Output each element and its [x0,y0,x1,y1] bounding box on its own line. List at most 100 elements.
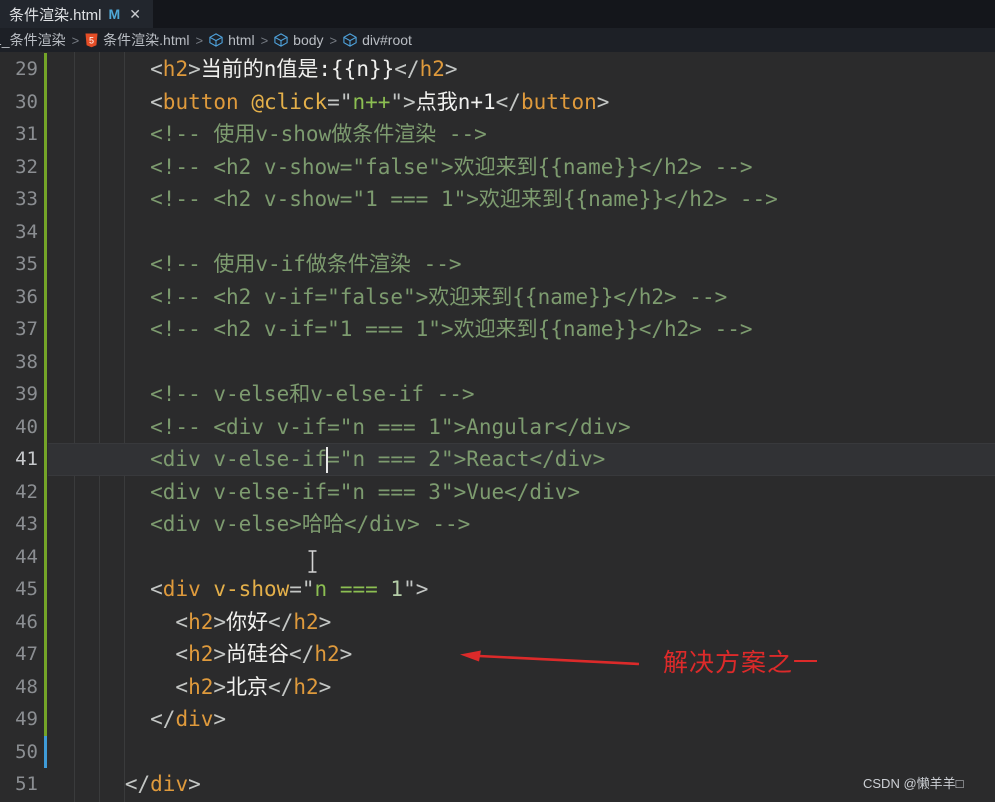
code-token: <!-- <h2 v-if="false">欢迎来到{{name}}</h2> … [49,284,728,309]
code-line-43[interactable]: <div v-else>哈哈</div> --> [49,508,995,541]
code-token: </ [394,57,420,81]
code-token: h2 [188,674,214,699]
code-token: <!-- <div v-if="n === 1">Angular</div> [49,414,631,439]
code-line-35[interactable]: <!-- 使用v-if做条件渲染 --> [49,248,995,281]
code-token: h2 [314,642,340,666]
code-token: ="n === 2">React</div> [327,447,606,471]
code-token: =" [289,577,315,601]
line-number[interactable]: 35 [0,248,38,281]
code-token: 尚硅谷 [226,642,290,666]
code-token: h2 [188,609,214,634]
symbol-cube-icon [343,33,357,47]
gutter-added-bar [44,735,47,768]
line-number[interactable]: 40 [0,411,38,444]
git-modified-badge: M [108,6,121,22]
code-token: "> [390,89,416,114]
annotation-arrow [460,650,640,666]
code-token: < [49,642,189,666]
code-token: > [213,609,227,634]
code-token: button [520,89,597,114]
breadcrumb-item-div-root[interactable]: div#root [343,32,412,48]
line-number[interactable]: 38 [0,346,38,379]
close-icon[interactable]: ✕ [127,6,143,22]
breadcrumb-item-body[interactable]: body [274,32,324,48]
breadcrumb-separator: > [329,32,338,48]
code-line-29[interactable]: <h2>当前的n值是:{{n}}</h2> [49,53,995,86]
code-line-30[interactable]: <button @click="n++">点我n+1</button> [49,86,995,119]
code-token: h2 [293,674,319,699]
code-token: <!-- <h2 v-if="1 === 1">欢迎来到{{name}}</h2… [49,317,753,341]
gutter-modified-bar [44,53,47,86]
mouse-ibeam-pointer [308,550,317,573]
line-number[interactable]: 51 [0,768,38,801]
line-number[interactable]: 34 [0,216,38,249]
code-editor[interactable]: 29 30 31 32 33 34 35 36 37 38 39 40 41 42 43 44 45 46 47 48… [0,52,995,802]
code-line-31[interactable]: <!-- 使用v-show做条件渲染 --> [49,118,995,151]
code-token: n === [314,577,391,601]
line-number[interactable]: 37 [0,313,38,346]
code-line-36[interactable]: <!-- <h2 v-if="false">欢迎来到{{name}}</h2> … [49,281,995,314]
code-line-34[interactable] [49,216,995,249]
line-number[interactable]: 39 [0,378,38,411]
code-line-39[interactable]: <!-- v-else和v-else-if --> [49,378,995,411]
annotation-text: 解决方案之一 [663,649,820,677]
code-line-51[interactable]: </div> [49,768,995,801]
tab-conditional-rendering[interactable]: 条件渲染.html M ✕ [0,0,153,28]
gutter-modified-bar [44,443,47,476]
code-line-49[interactable]: </div> [49,703,995,736]
breadcrumb-item--html[interactable]: 5 条件渲染.html [85,30,190,50]
code-token: > [339,642,353,666]
line-number[interactable]: 42 [0,476,38,509]
tab-bar: 条件渲染.html M ✕ [0,0,995,29]
code-line-50[interactable] [49,736,995,769]
gutter-modified-bar [44,605,47,638]
code-token: n++ [352,89,391,114]
code-token: <!-- 使用v-show做条件渲染 --> [49,122,487,146]
code-line-44[interactable] [49,541,995,574]
code-token: > [213,642,227,666]
line-number[interactable]: 44 [0,541,38,574]
line-number[interactable]: 41 [0,443,38,476]
gutter-modified-bar [44,703,47,736]
code-token: <!-- <h2 v-show="1 === 1">欢迎来到{{name}}</… [49,187,778,211]
code-line-42[interactable]: <div v-else-if="n === 3">Vue</div> [49,476,995,509]
line-number[interactable]: 47 [0,638,38,671]
line-number[interactable]: 43 [0,508,38,541]
breadcrumb-item-1-[interactable]: 1_条件渲染 [0,30,66,50]
code-token: > [188,57,201,81]
gutter-modified-bar [44,475,47,508]
gutter-modified-bar [44,670,47,703]
code-line-40[interactable]: <!-- <div v-if="n === 1">Angular</div> [49,411,995,444]
line-number[interactable]: 30 [0,86,38,119]
code-line-37[interactable]: <!-- <h2 v-if="1 === 1">欢迎来到{{name}}</h2… [49,313,995,346]
line-number[interactable]: 46 [0,606,38,639]
gutter-modified-bar [44,215,47,248]
code-line-41[interactable]: <div v-else-if="n === 2">React</div> [49,443,995,476]
line-number[interactable]: 50 [0,736,38,769]
code-line-38[interactable] [49,346,995,379]
line-number[interactable]: 36 [0,281,38,314]
line-number[interactable]: 32 [0,151,38,184]
gutter-modified-bar [44,85,47,118]
code-line-33[interactable]: <!-- <h2 v-show="1 === 1">欢迎来到{{name}}</… [49,183,995,216]
breadcrumb-label: body [293,32,324,48]
code-line-46[interactable]: <h2>你好</h2> [49,606,995,639]
code-token: > [213,674,227,699]
line-number[interactable]: 29 [0,53,38,86]
line-number[interactable]: 33 [0,183,38,216]
code-line-32[interactable]: <!-- <h2 v-show="false">欢迎来到{{name}}</h2… [49,151,995,184]
gutter-modified-bar [44,573,47,606]
code-line-48[interactable]: <h2>北京</h2> [49,671,995,704]
line-number[interactable]: 45 [0,573,38,606]
line-number[interactable]: 48 [0,671,38,704]
code-token: div [175,707,214,731]
breadcrumb-item-html[interactable]: html [209,32,255,48]
code-token: </ [268,674,294,699]
breadcrumb-separator: > [260,32,269,48]
code-line-45[interactable]: <div v-show="n === 1"> [49,573,995,606]
code-token: div [162,577,201,601]
line-number[interactable]: 31 [0,118,38,151]
code-token: < [49,674,189,699]
line-number[interactable]: 49 [0,703,38,736]
